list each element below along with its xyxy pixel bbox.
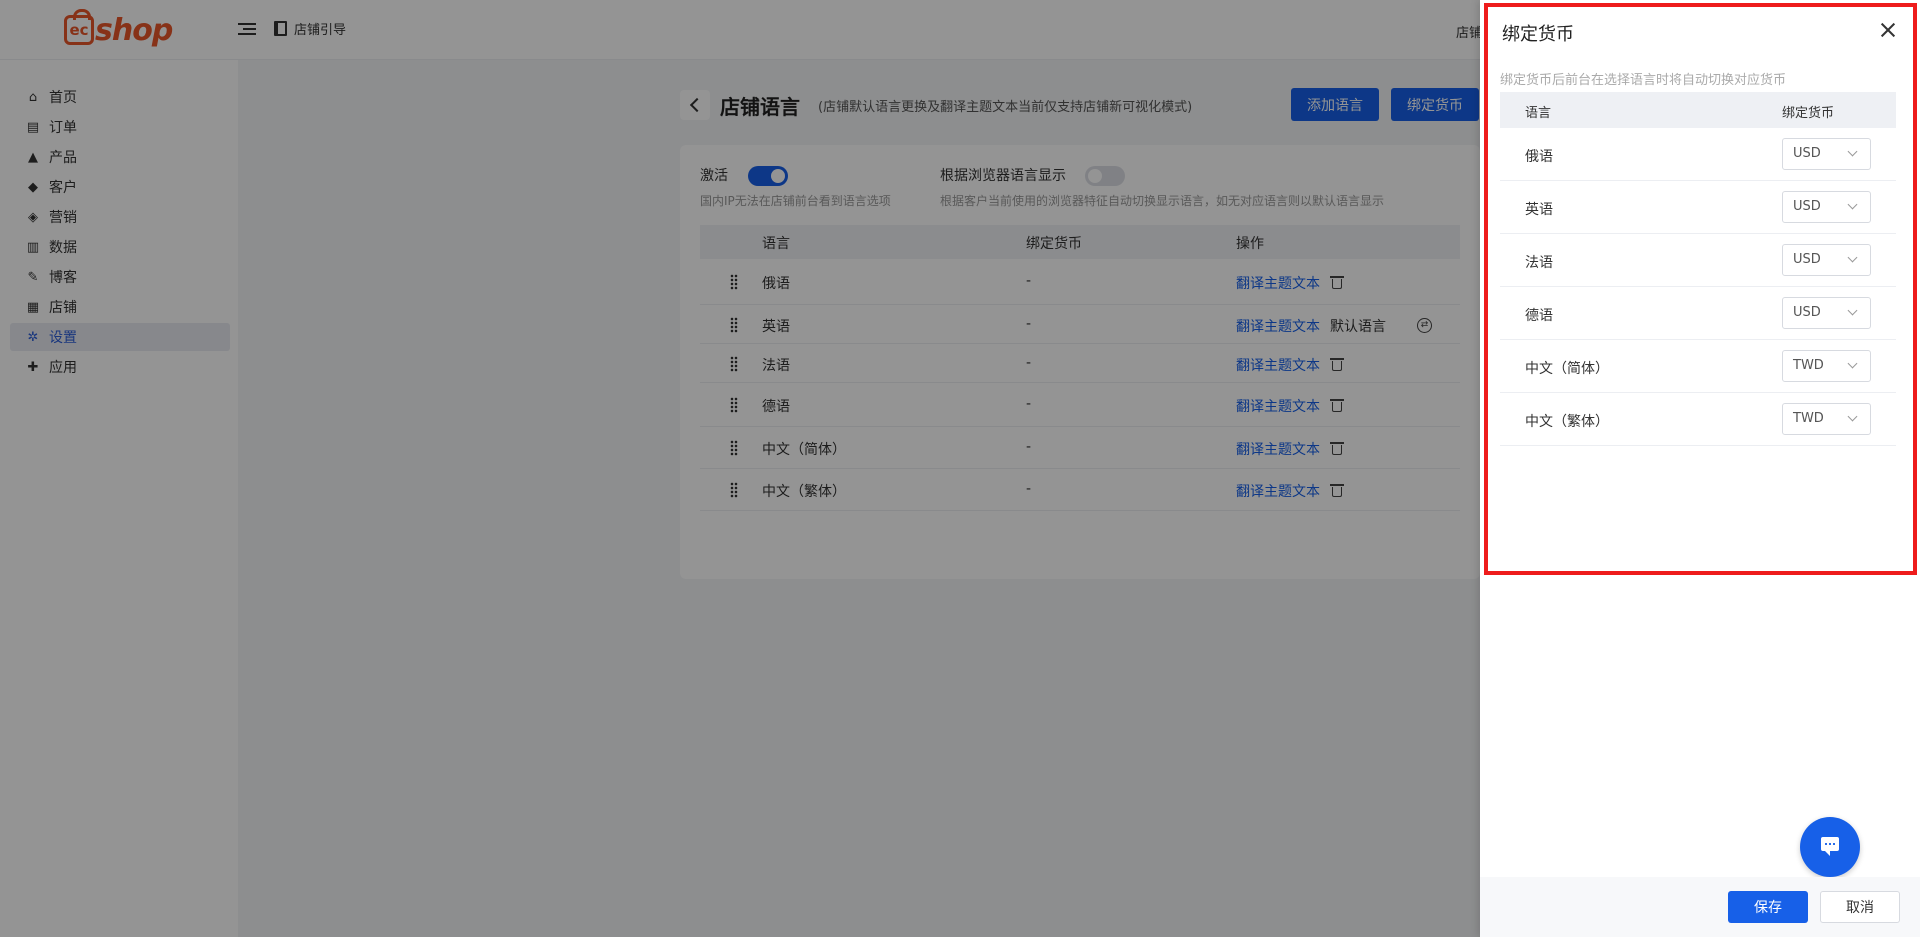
column-language: 语言 <box>1525 106 1552 121</box>
chevron-down-icon <box>1847 358 1858 369</box>
drawer-footer: 保存 取消 <box>1480 877 1920 937</box>
currency-row: 德语 USD <box>1500 287 1896 340</box>
save-button[interactable]: 保存 <box>1728 891 1808 923</box>
currency-select-value: USD <box>1793 305 1821 320</box>
currency-select-value: USD <box>1793 146 1821 161</box>
currency-select-value: TWD <box>1793 358 1824 373</box>
drawer-title: 绑定货币 <box>1502 24 1574 45</box>
chevron-down-icon <box>1847 411 1858 422</box>
currency-row: 俄语 USD <box>1500 128 1896 181</box>
drawer-hint: 绑定货币后前台在选择语言时将自动切换对应货币 <box>1500 73 1787 88</box>
chevron-down-icon <box>1847 199 1858 210</box>
language-name: 英语 <box>1525 202 1553 218</box>
currency-select[interactable]: USD <box>1782 297 1871 329</box>
chevron-down-icon <box>1847 146 1858 157</box>
currency-select[interactable]: USD <box>1782 191 1871 223</box>
chat-button[interactable] <box>1800 817 1860 877</box>
currency-row: 法语 USD <box>1500 234 1896 287</box>
currency-select[interactable]: USD <box>1782 138 1871 170</box>
currency-select-value: USD <box>1793 199 1821 214</box>
currency-select-value: TWD <box>1793 411 1824 426</box>
column-currency: 绑定货币 <box>1782 106 1835 121</box>
currency-select-value: USD <box>1793 252 1821 267</box>
modal-overlay[interactable] <box>0 0 1480 937</box>
currency-row: 英语 USD <box>1500 181 1896 234</box>
language-name: 法语 <box>1525 255 1553 271</box>
close-icon[interactable] <box>1880 22 1896 38</box>
currency-select[interactable]: TWD <box>1782 403 1871 435</box>
currency-select[interactable]: TWD <box>1782 350 1871 382</box>
chevron-down-icon <box>1847 305 1858 316</box>
language-name: 中文（繁体） <box>1525 414 1609 430</box>
cancel-button[interactable]: 取消 <box>1820 891 1900 923</box>
currency-row: 中文（繁体） TWD <box>1500 393 1896 446</box>
language-name: 中文（简体） <box>1525 361 1609 377</box>
language-name: 德语 <box>1525 308 1553 324</box>
language-name: 俄语 <box>1525 149 1553 165</box>
chevron-down-icon <box>1847 252 1858 263</box>
currency-row: 中文（简体） TWD <box>1500 340 1896 393</box>
currency-select[interactable]: USD <box>1782 244 1871 276</box>
currency-table-header: 语言 绑定货币 <box>1500 92 1896 128</box>
bind-currency-drawer: 绑定货币 绑定货币后前台在选择语言时将自动切换对应货币 语言 绑定货币 俄语 US… <box>1480 0 1920 937</box>
